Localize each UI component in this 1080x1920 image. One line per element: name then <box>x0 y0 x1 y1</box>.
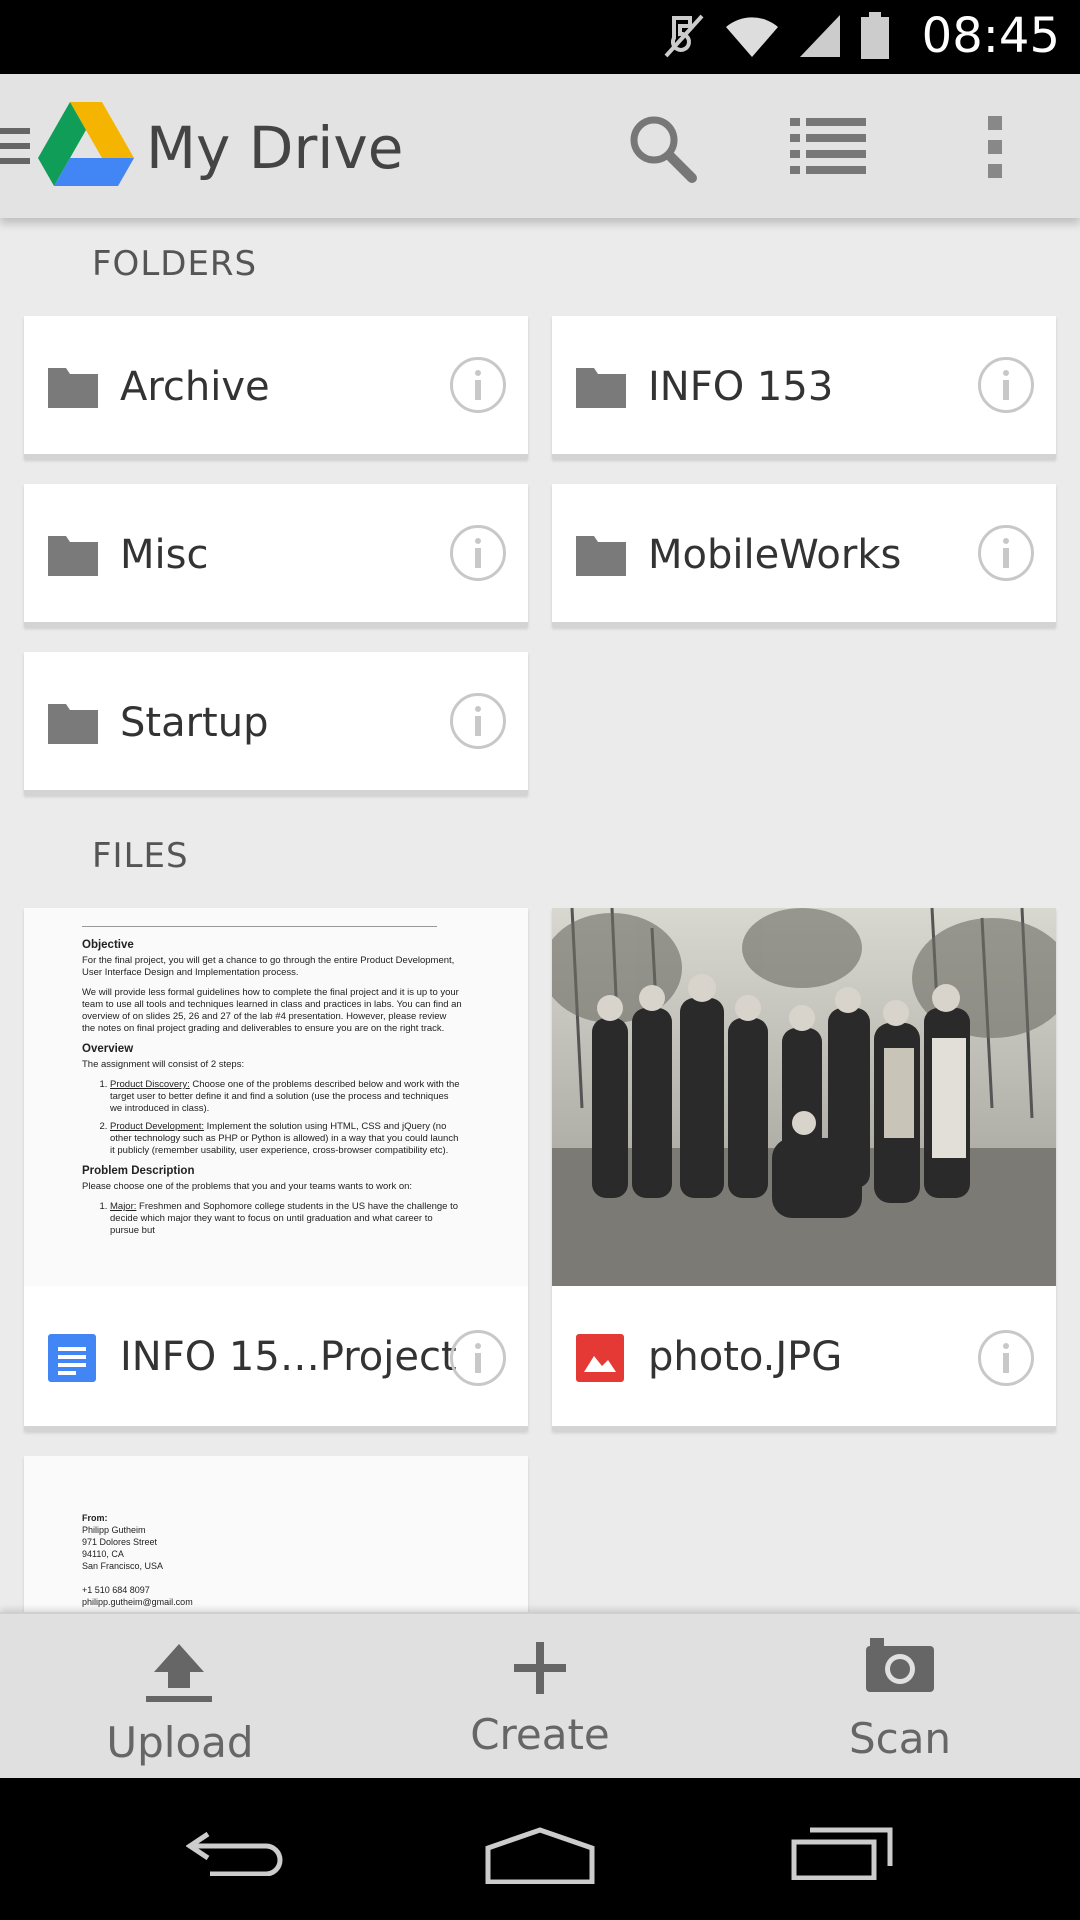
doc-list-item: Product Development: Implement the solut… <box>110 1121 462 1157</box>
folder-name: Misc <box>120 532 209 578</box>
folder-card-misc[interactable]: Misc <box>24 484 528 627</box>
info-icon[interactable] <box>450 693 506 749</box>
folder-icon <box>48 536 98 576</box>
plus-icon <box>514 1642 566 1694</box>
info-icon[interactable] <box>450 525 506 581</box>
status-bar: 08:45 <box>0 0 1080 74</box>
doc-paragraph: We will provide less formal guidelines h… <box>82 987 462 1034</box>
file-name: INFO 15…Project <box>120 1334 457 1380</box>
folder-name: Startup <box>120 700 269 746</box>
document-preview: Objective For the final project, you wil… <box>24 908 462 1237</box>
system-nav-bar <box>0 1776 1080 1920</box>
letter-line: 94110, CA <box>82 1549 124 1559</box>
group-photo-image <box>552 908 1056 1286</box>
app-bar: My Drive <box>0 74 1080 218</box>
letter-preview: From: Philipp Gutheim 971 Dolores Street… <box>24 1456 462 1608</box>
info-icon[interactable] <box>978 1330 1034 1386</box>
menu-icon[interactable] <box>0 126 30 166</box>
file-card-project-doc[interactable]: Objective For the final project, you wil… <box>24 908 528 1431</box>
letter-from-label: From: <box>82 1513 108 1523</box>
bottom-action-bar: Upload Create Scan <box>0 1612 1080 1778</box>
home-icon[interactable] <box>484 1826 596 1884</box>
wifi-icon <box>726 17 778 57</box>
file-info-bar: INFO 15…Project <box>24 1286 528 1426</box>
info-icon[interactable] <box>978 357 1034 413</box>
doc-list-item: Product Discovery: Choose one of the pro… <box>110 1079 462 1115</box>
doc-list: Product Discovery: Choose one of the pro… <box>82 1079 462 1157</box>
folders-section-label: FOLDERS <box>92 244 258 284</box>
letter-line: 971 Dolores Street <box>82 1537 158 1547</box>
folder-card-mobileworks[interactable]: MobileWorks <box>552 484 1056 627</box>
letter-line: Philipp Gutheim <box>82 1525 146 1535</box>
image-icon <box>576 1334 624 1382</box>
folder-icon <box>48 368 98 408</box>
camera-icon <box>866 1638 934 1692</box>
folder-icon <box>576 536 626 576</box>
folder-name: Archive <box>120 364 270 410</box>
doc-heading: Overview <box>82 1043 134 1055</box>
back-icon[interactable] <box>186 1826 290 1876</box>
doc-heading: Objective <box>82 939 134 951</box>
file-name: photo.JPG <box>648 1334 843 1380</box>
overflow-menu-icon[interactable] <box>986 116 1006 178</box>
folder-icon <box>576 368 626 408</box>
doc-paragraph: For the final project, you will get a ch… <box>82 955 455 978</box>
photo-thumbnail <box>552 908 1056 1286</box>
mute-icon <box>664 14 704 58</box>
page-title: My Drive <box>146 114 404 182</box>
upload-icon <box>146 1644 212 1702</box>
doc-rule <box>82 926 437 927</box>
scan-button[interactable]: Scan <box>720 1614 1080 1778</box>
letter-line: San Francisco, USA <box>82 1561 164 1571</box>
file-info-bar: photo.JPG <box>552 1286 1056 1426</box>
upload-button[interactable]: Upload <box>0 1614 360 1778</box>
info-icon[interactable] <box>450 1330 506 1386</box>
folder-name: MobileWorks <box>648 532 902 578</box>
battery-icon <box>861 12 889 59</box>
folder-card-info-153[interactable]: INFO 153 <box>552 316 1056 459</box>
create-label: Create <box>470 1710 610 1759</box>
document-thumbnail: Objective For the final project, you wil… <box>24 908 528 1286</box>
clock: 08:45 <box>921 8 1060 64</box>
doc-paragraph: Please choose one of the problems that y… <box>82 1181 413 1192</box>
list-view-icon[interactable] <box>790 116 866 176</box>
files-section-label: FILES <box>92 836 189 876</box>
file-card-photo[interactable]: photo.JPG <box>552 908 1056 1431</box>
signal-icon <box>800 15 840 57</box>
create-button[interactable]: Create <box>360 1614 720 1778</box>
document-icon <box>48 1334 96 1382</box>
folder-name: INFO 153 <box>648 364 834 410</box>
search-icon[interactable] <box>626 112 698 184</box>
letter-email: philipp.gutheim@gmail.com <box>82 1597 193 1607</box>
doc-paragraph: The assignment will consist of 2 steps: <box>82 1059 245 1070</box>
scan-label: Scan <box>848 1714 952 1763</box>
drive-logo-icon[interactable] <box>38 102 134 188</box>
folder-card-archive[interactable]: Archive <box>24 316 528 459</box>
doc-heading: Problem Description <box>82 1165 195 1177</box>
folder-icon <box>48 704 98 744</box>
folder-card-startup[interactable]: Startup <box>24 652 528 795</box>
doc-list: Major: Freshmen and Sophomore college st… <box>82 1201 462 1237</box>
upload-label: Upload <box>106 1718 254 1767</box>
doc-list-item: Major: Freshmen and Sophomore college st… <box>110 1201 462 1237</box>
recent-apps-icon[interactable] <box>790 1826 894 1880</box>
info-icon[interactable] <box>978 525 1034 581</box>
info-icon[interactable] <box>450 357 506 413</box>
letter-phone: +1 510 684 8097 <box>82 1585 150 1595</box>
status-icons <box>662 12 890 60</box>
